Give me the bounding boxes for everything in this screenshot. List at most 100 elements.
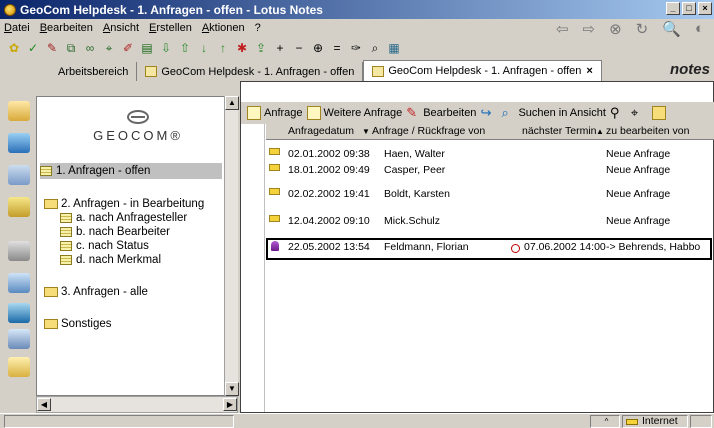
scroll-right-button[interactable]: ▶ <box>223 398 237 411</box>
menu-datei[interactable]: Datei <box>4 22 30 34</box>
table-row[interactable]: 12.04.2002 09:10 Mick.Schulz Neue Anfrag… <box>266 214 714 230</box>
table-row[interactable]: 02.01.2002 09:38 Haen, Walter Neue Anfra… <box>266 147 714 163</box>
nav-item-nach-merkmal[interactable]: d. nach Merkmal <box>60 252 161 268</box>
column-header-zu-bearbeiten-von[interactable]: zu bearbeiten von <box>606 125 689 137</box>
link-icon[interactable]: ∞ <box>82 40 98 56</box>
edit-button[interactable]: ✎ Bearbeiten <box>406 106 476 120</box>
scroll-up-button[interactable]: ▲ <box>225 96 239 110</box>
search-in-view-button[interactable]: ⌕ Suchen in Ansicht <box>501 106 605 120</box>
replication-bookmark-icon[interactable] <box>8 241 30 261</box>
new-request-button[interactable]: Anfrage <box>247 106 303 120</box>
mail-bookmark-icon[interactable] <box>8 101 30 121</box>
check-icon[interactable]: ✓ <box>25 40 41 56</box>
expand-all-icon[interactable]: ⊕ <box>310 40 326 56</box>
edit-icon[interactable]: ✎ <box>44 40 60 56</box>
scroll-down-button[interactable]: ▼ <box>225 382 239 396</box>
binoculars-button[interactable]: ⌖ <box>631 106 648 120</box>
nav-item-sonstiges[interactable]: Sonstiges <box>44 316 112 332</box>
pen-icon[interactable]: ✐ <box>120 40 136 56</box>
minimize-button[interactable]: _ <box>666 2 680 15</box>
navigation-buttons: ⇦ ⇨ ⊗ ↻ 🔍 ◐ <box>556 20 704 38</box>
search-icon[interactable]: 🔍 <box>662 20 681 38</box>
nav-item-anfragen-alle[interactable]: 3. Anfragen - alle <box>44 284 148 300</box>
column-header-anfragedatum[interactable]: Anfragedatum <box>288 125 354 137</box>
navigator-horizontal-scrollbar[interactable]: ◀ ▶ <box>36 396 238 413</box>
favorites-icon[interactable]: ✿ <box>6 40 22 56</box>
reply-button[interactable]: ↪ <box>480 106 497 120</box>
location-selector[interactable]: Internet <box>622 415 688 428</box>
back-arrow-icon[interactable]: ⇦ <box>556 20 569 38</box>
title-bar: GeoCom Helpdesk - 1. Anfragen - offen - … <box>0 0 714 19</box>
database-icon <box>145 66 158 77</box>
maximize-button[interactable]: □ <box>682 2 696 15</box>
collapse-icon[interactable]: − <box>291 40 307 56</box>
table-row-selected[interactable]: 22.05.2002 13:54 Feldmann, Florian 07.06… <box>266 238 712 260</box>
selection-margin[interactable] <box>241 124 265 412</box>
todo-bookmark-icon[interactable] <box>8 197 30 217</box>
sort-down-icon: ▼ <box>362 127 370 136</box>
move-down-icon[interactable]: ⇩ <box>158 40 174 56</box>
arrow-down-icon[interactable]: ↓ <box>196 40 212 56</box>
table-row[interactable]: 02.02.2002 19:41 Boldt, Karsten Neue Anf… <box>266 187 714 203</box>
nav-item-anfragen-offen[interactable]: 1. Anfragen - offen <box>40 163 222 179</box>
envelope-icon <box>269 215 280 222</box>
folder-action-button[interactable] <box>651 106 669 120</box>
refresh-icon[interactable]: ↻ <box>636 20 649 38</box>
scroll-left-button[interactable]: ◀ <box>37 398 51 411</box>
databases-bookmark-icon[interactable] <box>8 329 30 349</box>
folder-icon <box>44 319 58 329</box>
internet-bookmark-icon[interactable] <box>8 303 30 323</box>
notes-brand: notes <box>669 61 710 78</box>
view-icon <box>60 213 72 223</box>
table-row[interactable]: 18.01.2002 09:49 Casper, Peer Neue Anfra… <box>266 163 714 179</box>
window-title: GeoCom Helpdesk - 1. Anfragen - offen - … <box>20 2 323 17</box>
close-tab-icon[interactable]: × <box>586 65 592 77</box>
view-icon[interactable]: ▦ <box>386 40 402 56</box>
menu-ansicht[interactable]: Ansicht <box>103 22 139 34</box>
folder-bookmark-icon[interactable] <box>8 357 30 377</box>
close-button[interactable]: × <box>698 2 712 15</box>
view-icon <box>40 166 52 176</box>
unread-up-icon[interactable]: ⇪ <box>253 40 269 56</box>
copy-icon[interactable]: ⧉ <box>63 40 79 56</box>
tab-arbeitsbereich[interactable]: Arbeitsbereich <box>50 62 138 81</box>
menu-bearbeiten[interactable]: Bearbeiten <box>40 22 93 34</box>
tag-icon[interactable]: ⌖ <box>101 40 117 56</box>
binoculars-icon[interactable]: ⌕ <box>367 40 383 56</box>
web-bookmark-icon[interactable] <box>8 273 30 293</box>
folder-icon <box>44 287 58 297</box>
arrow-up-icon[interactable]: ↑ <box>215 40 231 56</box>
move-up-icon[interactable]: ⇧ <box>177 40 193 56</box>
menu-erstellen[interactable]: Erstellen <box>149 22 192 34</box>
further-request-button[interactable]: Weitere Anfrage <box>306 106 402 120</box>
clipboard-icon[interactable]: ▤ <box>139 40 155 56</box>
geocom-logo: GEOCOM® <box>78 110 198 143</box>
forward-arrow-icon[interactable]: ⇨ <box>583 20 596 38</box>
key-icon <box>626 418 638 425</box>
column-header-naechster-termin[interactable]: nächster Termin <box>522 125 597 137</box>
address-bookmark-icon[interactable] <box>8 165 30 185</box>
sort-up-icon: ▲ <box>596 127 604 136</box>
clock-icon <box>511 244 520 253</box>
bookmark-bar <box>0 81 36 413</box>
stop-icon[interactable]: ⊗ <box>609 20 622 38</box>
menu-help[interactable]: ? <box>255 22 261 34</box>
menu-aktionen[interactable]: Aktionen <box>202 22 245 34</box>
mail-status-indicator[interactable] <box>690 415 712 428</box>
notes-orb-icon[interactable]: ◐ <box>695 20 704 38</box>
lotus-notes-app-icon[interactable] <box>4 3 16 16</box>
tab-helpdesk-1[interactable]: GeoCom Helpdesk - 1. Anfragen - offen <box>137 62 364 81</box>
person-icon <box>271 241 279 251</box>
column-header-anfrage-von[interactable]: Anfrage / Rückfrage von <box>372 125 485 137</box>
unread-down-icon[interactable]: ✱ <box>234 40 250 56</box>
attach-icon[interactable]: ✑ <box>348 40 364 56</box>
expand-icon[interactable]: + <box>272 40 288 56</box>
magnifier-icon: ⌕ <box>501 105 509 120</box>
find-button[interactable]: ⚲ <box>610 106 627 120</box>
toolbar: ✿ ✓ ✎ ⧉ ∞ ⌖ ✐ ▤ ⇩ ⇧ ↓ ↑ ✱ ⇪ + − ⊕ = ✑ ⌕ … <box>0 37 714 59</box>
navigator-scrollbar[interactable]: ▲ ▼ <box>224 96 239 396</box>
calendar-bookmark-icon[interactable] <box>8 133 30 153</box>
collapse-all-icon[interactable]: = <box>329 40 345 56</box>
tab-helpdesk-active[interactable]: GeoCom Helpdesk - 1. Anfragen - offen × <box>363 60 602 81</box>
status-up-button[interactable]: ^ <box>590 415 620 428</box>
